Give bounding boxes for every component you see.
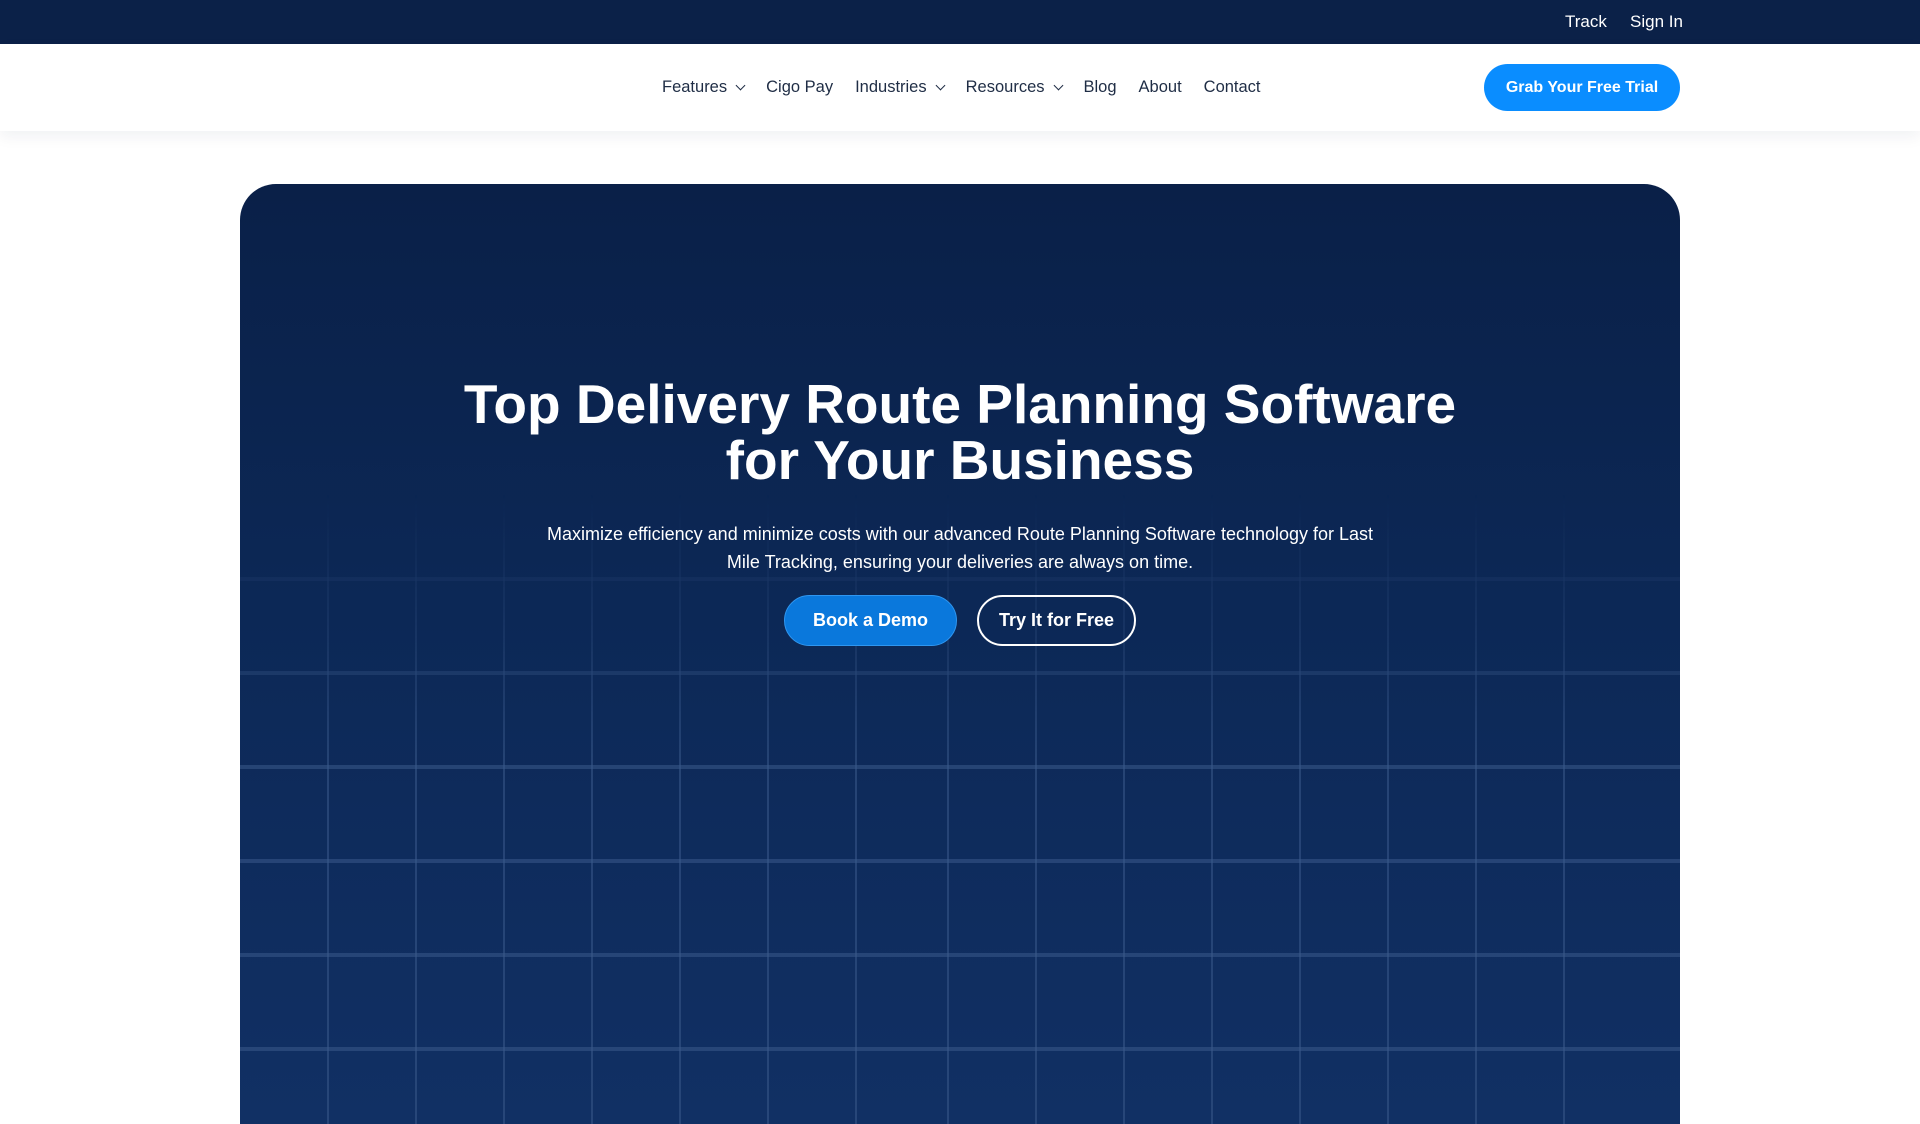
try-free-button[interactable]: Try It for Free [977,595,1136,646]
hero-title-line-1: Top Delivery Route Planning Software [463,373,1457,435]
hero-title-line-2: for Your Business [725,429,1195,491]
chevron-down-icon [935,80,946,91]
hero-title: Top Delivery Route Planning Software for… [240,376,1680,488]
nav-item-blog[interactable]: Blog [1084,78,1117,97]
nav-item-label: Industries [855,78,927,96]
nav-item-label: Cigo Pay [766,78,834,96]
main-navbar: Features Cigo Pay Industries Resources B… [0,44,1920,131]
nav-menu: Features Cigo Pay Industries Resources B… [662,44,1283,131]
nav-item-label: Resources [965,78,1045,96]
nav-item-label: Contact [1203,78,1261,96]
free-trial-button[interactable]: Grab Your Free Trial [1484,64,1680,111]
track-link[interactable]: Track [1565,12,1607,32]
hero-section: Top Delivery Route Planning Software for… [240,184,1680,1124]
nav-item-label: Blog [1083,78,1117,96]
chevron-down-icon [1053,80,1063,91]
nav-item-features[interactable]: Features [662,78,746,97]
nav-item-resources[interactable]: Resources [965,78,1063,97]
nav-item-industries[interactable]: Industries [855,78,946,97]
nav-item-contact[interactable]: Contact [1204,78,1261,97]
sign-in-link[interactable]: Sign In [1630,12,1683,32]
top-utility-bar: Track Sign In [0,0,1920,44]
nav-item-label: Features [662,78,728,96]
hero-button-group: Book a Demo Try It for Free [240,595,1680,646]
nav-item-label: About [1138,78,1182,96]
hero-grid-background [240,184,1680,1124]
nav-item-cigo-pay[interactable]: Cigo Pay [766,78,833,97]
nav-item-about[interactable]: About [1139,78,1182,97]
book-demo-button[interactable]: Book a Demo [784,595,957,646]
chevron-down-icon [735,80,746,91]
hero-subtitle: Maximize efficiency and minimize costs w… [546,524,1374,572]
